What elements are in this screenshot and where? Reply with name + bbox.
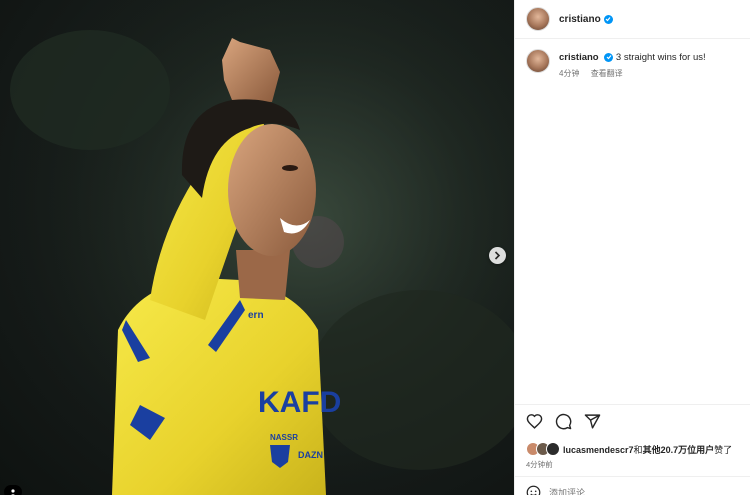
jersey-dazn-text: DAZN xyxy=(298,450,323,460)
jersey-sponsor-text: KAFD xyxy=(258,386,341,419)
likes-others[interactable]: 其他20.7万位用户 xyxy=(643,445,715,455)
caption-body: cristiano 3 straight wins for us! 4分钟 查看… xyxy=(559,49,706,79)
post-media[interactable]: KAFD NASSR DAZN ern xyxy=(0,0,514,495)
post-caption: cristiano 3 straight wins for us! 4分钟 查看… xyxy=(515,39,750,79)
heart-icon[interactable] xyxy=(526,413,543,430)
comment-composer xyxy=(526,485,729,495)
post-viewer: KAFD NASSR DAZN ern cristiano cristiano … xyxy=(0,0,750,495)
likes-suffix: 赞了 xyxy=(714,444,733,455)
chevron-right-icon xyxy=(494,251,501,260)
caption-avatar[interactable] xyxy=(526,49,550,73)
caption-line: cristiano 3 straight wins for us! xyxy=(559,51,706,65)
comment-icon[interactable] xyxy=(555,413,572,430)
media-tag-button[interactable] xyxy=(4,485,22,495)
post-timestamp: 4分钟前 xyxy=(526,460,553,469)
likes-summary[interactable]: lucasmendescr7和其他20.7万位用户赞了 xyxy=(526,442,732,456)
post-header: cristiano xyxy=(515,0,750,39)
post-photo: KAFD NASSR DAZN ern xyxy=(0,0,514,495)
jersey-club-text: NASSR xyxy=(270,433,298,442)
caption-text: 3 straight wins for us! xyxy=(615,52,706,63)
post-side-panel: cristiano cristiano 3 straight wins for … xyxy=(514,0,750,495)
post-actions xyxy=(526,413,601,430)
emoji-icon[interactable] xyxy=(526,485,541,495)
translate-link[interactable]: 查看翻译 xyxy=(591,69,623,78)
liker-avatars xyxy=(526,442,560,456)
caption-time: 4分钟 xyxy=(559,69,580,78)
verified-badge-icon xyxy=(603,14,613,24)
liker-username[interactable]: lucasmendescr7 xyxy=(563,445,634,455)
actions-divider xyxy=(515,404,750,405)
caption-verified-badge-icon xyxy=(604,52,614,62)
liker-avatar xyxy=(546,442,560,456)
caption-meta: 4分钟 查看翻译 xyxy=(559,68,706,79)
caption-username[interactable]: cristiano xyxy=(559,52,599,63)
likes-connector: 和 xyxy=(633,444,643,455)
author-avatar[interactable] xyxy=(526,7,550,31)
send-icon[interactable] xyxy=(584,413,601,430)
next-media-button[interactable] xyxy=(489,247,506,264)
comment-input[interactable] xyxy=(549,487,729,495)
likes-text: lucasmendescr7和其他20.7万位用户赞了 xyxy=(563,443,732,456)
comment-divider xyxy=(515,476,750,477)
jersey-ern-text: ern xyxy=(248,310,264,321)
user-tag-icon xyxy=(11,489,15,495)
author-username[interactable]: cristiano xyxy=(559,14,601,25)
